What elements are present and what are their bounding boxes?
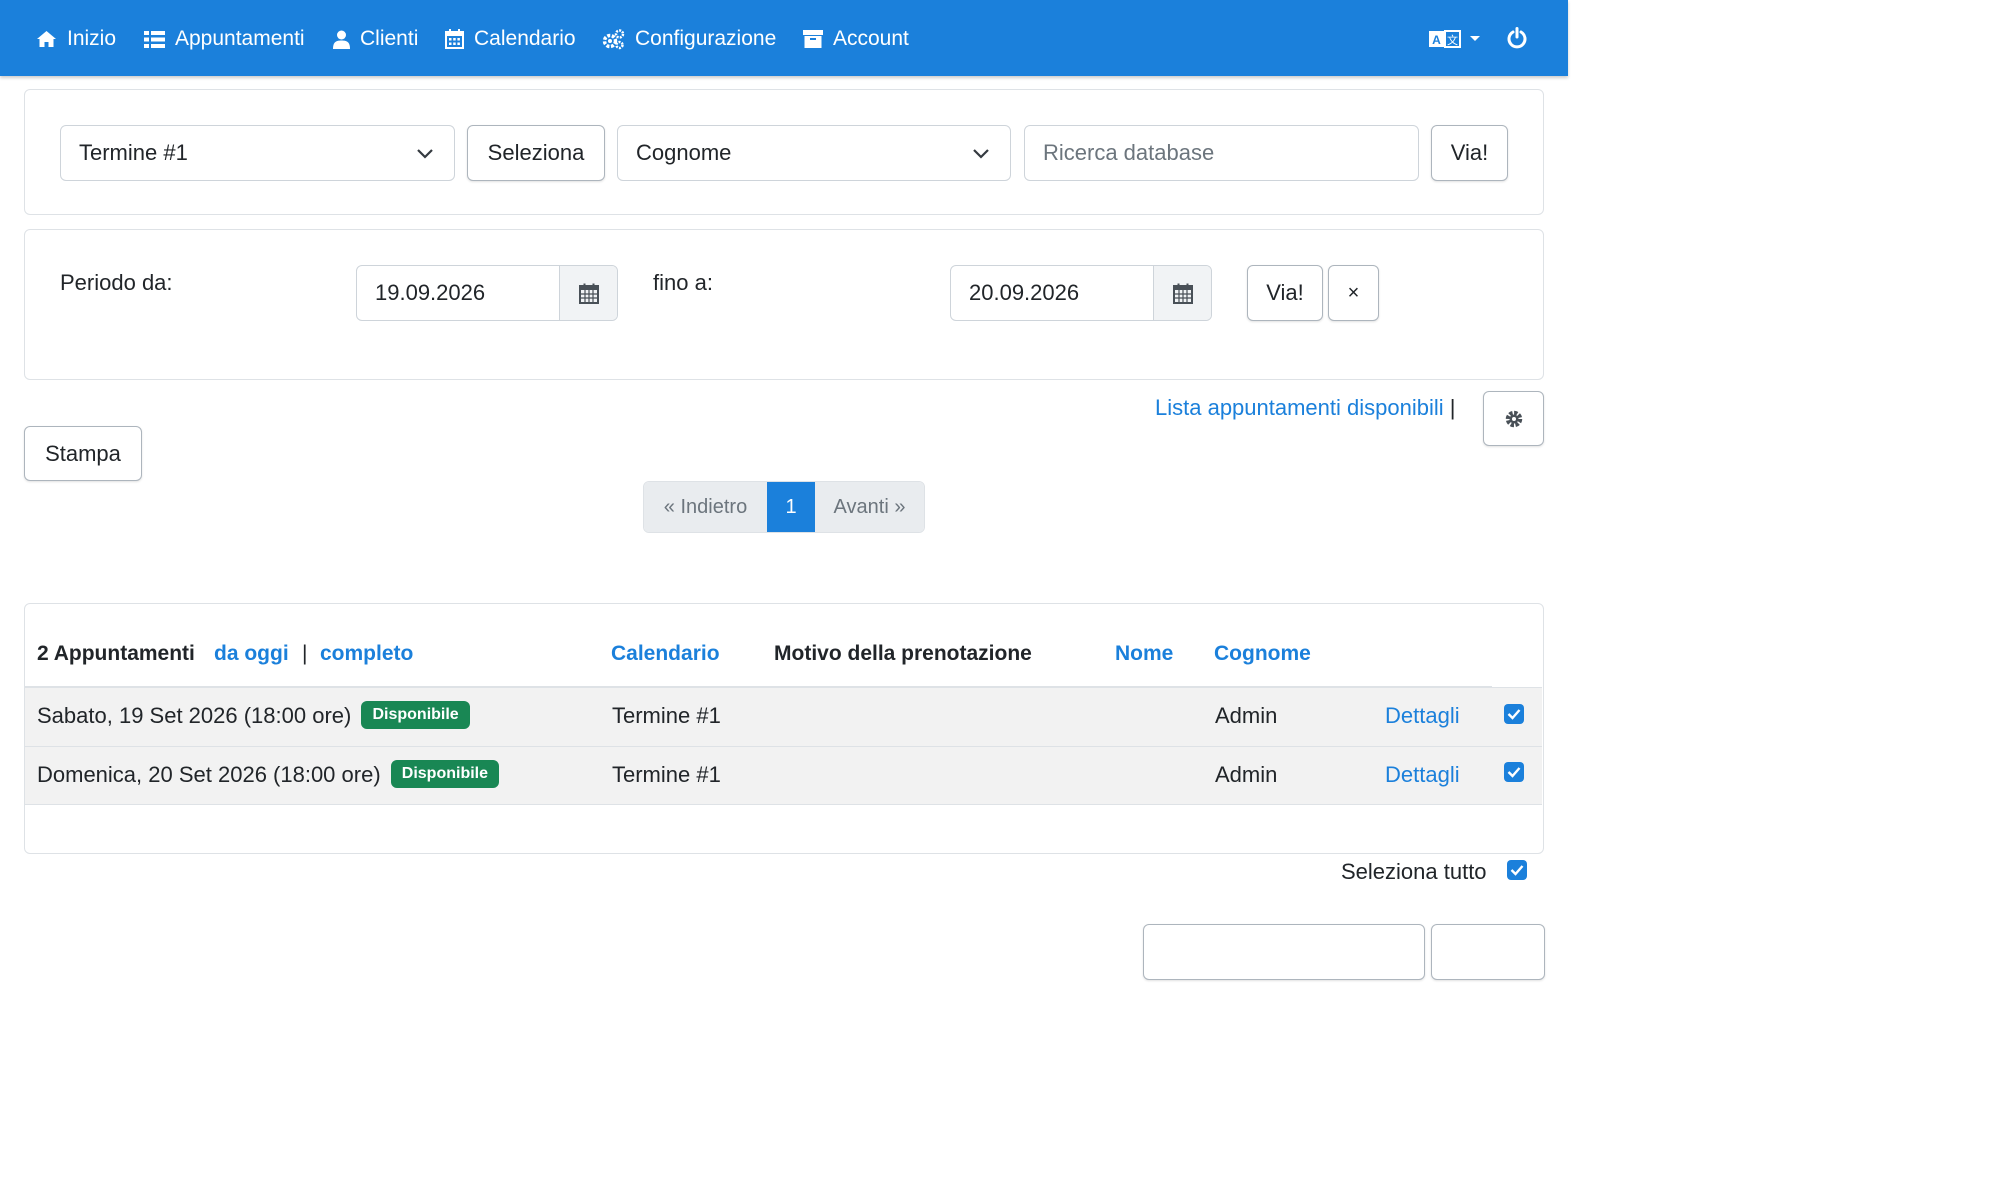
complete-link[interactable]: completo (320, 642, 413, 666)
available-list-link[interactable]: Lista appuntamenti disponibili (1155, 395, 1444, 420)
search-input[interactable]: Ricerca database (1024, 125, 1419, 181)
search-field-select[interactable]: Cognome (617, 125, 1011, 181)
bottom-action-button[interactable] (1143, 924, 1425, 980)
details-link[interactable]: Dettagli (1385, 703, 1460, 729)
separator: | (302, 642, 308, 665)
separator: | (1449, 395, 1456, 420)
nav-item-calendar[interactable]: Calendario (445, 24, 576, 54)
cogs-icon (602, 28, 625, 49)
term-select-value: Termine #1 (79, 140, 188, 165)
settings-button[interactable] (1483, 391, 1544, 446)
select-all-label: Seleziona tutto (1341, 859, 1487, 884)
status-badge: Disponibile (361, 701, 470, 730)
row-date: Sabato, 19 Set 2026 (18:00 ore) Disponib… (37, 701, 470, 731)
nav-item-label: Calendario (474, 27, 576, 50)
chevron-down-icon (417, 149, 433, 159)
gear-icon (1505, 410, 1522, 427)
row-checkbox[interactable] (1504, 704, 1524, 724)
column-header-reason: Motivo della prenotazione (774, 642, 1032, 665)
nav-item-label: Appuntamenti (175, 27, 305, 50)
nav-item-appointments[interactable]: Appuntamenti (144, 24, 305, 54)
available-list-row: Lista appuntamenti disponibili | (1155, 395, 1455, 421)
archive-icon (803, 30, 823, 48)
calendar-icon (445, 29, 464, 49)
column-header-surname[interactable]: Cognome (1214, 642, 1311, 666)
calendar-button[interactable] (1153, 266, 1211, 320)
search-field-select-value: Cognome (636, 140, 732, 165)
row-calendar: Termine #1 (612, 762, 721, 787)
period-to-field[interactable]: 20.09.2026 (950, 265, 1212, 321)
column-header-calendar[interactable]: Calendario (611, 642, 720, 666)
status-badge: Disponibile (390, 760, 500, 789)
list-icon (144, 30, 165, 48)
power-icon[interactable] (1507, 27, 1527, 49)
period-go-button[interactable]: Via! (1247, 265, 1323, 321)
row-date-text: Domenica, 20 Set 2026 (18:00 ore) (37, 762, 381, 787)
nav-item-label: Inizio (67, 27, 117, 50)
home-icon (37, 31, 56, 47)
row-date: Domenica, 20 Set 2026 (18:00 ore) Dispon… (37, 760, 500, 790)
nav-item-label: Account (833, 27, 909, 50)
checkmark-icon (1507, 767, 1521, 778)
svg-text:A: A (1432, 33, 1441, 47)
top-navbar: Inizio Appuntamenti Clienti Calendario C… (0, 0, 1568, 76)
nav-item-configuration[interactable]: Configurazione (602, 24, 776, 54)
table-row: Domenica, 20 Set 2026 (18:00 ore) Dispon… (25, 746, 1542, 805)
calendar-button[interactable] (559, 266, 617, 320)
nav-item-label: Configurazione (635, 27, 777, 50)
nav-item-clients[interactable]: Clienti (333, 24, 418, 54)
period-clear-button[interactable]: × (1328, 265, 1379, 321)
column-header-name[interactable]: Nome (1115, 642, 1173, 666)
table-row: Sabato, 19 Set 2026 (18:00 ore) Disponib… (25, 687, 1542, 746)
chevron-down-icon (973, 149, 989, 159)
pagination: « Indietro 1 Avanti » (643, 481, 925, 533)
select-button[interactable]: Seleziona (467, 125, 605, 181)
nav-item-label: Clienti (360, 27, 419, 50)
period-to-value: 20.09.2026 (969, 280, 1080, 305)
period-from-value: 19.09.2026 (375, 280, 486, 305)
appointments-count: 2 Appuntamenti (37, 642, 195, 665)
row-calendar: Termine #1 (612, 703, 721, 728)
calendar-icon (1172, 283, 1193, 304)
bottom-action-button[interactable] (1431, 924, 1545, 980)
language-dropdown[interactable]: A文 (1429, 30, 1481, 48)
row-surname: Admin (1215, 703, 1278, 728)
user-icon (333, 30, 350, 49)
language-icon: A文 (1429, 30, 1461, 48)
caret-down-icon (1470, 36, 1480, 41)
print-button[interactable]: Stampa (24, 426, 142, 481)
row-checkbox[interactable] (1504, 762, 1524, 782)
from-today-link[interactable]: da oggi (214, 642, 289, 666)
pager-prev-button[interactable]: « Indietro (644, 482, 767, 532)
search-go-button[interactable]: Via! (1431, 125, 1508, 181)
select-all-checkbox[interactable] (1507, 860, 1527, 880)
nav-item-account[interactable]: Account (803, 24, 909, 54)
row-surname: Admin (1215, 762, 1278, 787)
nav-item-home[interactable]: Inizio (36, 24, 116, 54)
details-link[interactable]: Dettagli (1385, 762, 1460, 788)
period-to-label: fino a: (653, 270, 713, 295)
period-from-field[interactable]: 19.09.2026 (356, 265, 618, 321)
checkmark-icon (1510, 865, 1524, 876)
calendar-icon (578, 283, 599, 304)
term-select[interactable]: Termine #1 (60, 125, 455, 181)
pager-next-button[interactable]: Avanti » (815, 482, 924, 532)
checkmark-icon (1507, 709, 1521, 720)
period-from-label: Periodo da: (60, 270, 173, 295)
pager-current-page[interactable]: 1 (767, 482, 815, 532)
svg-text:文: 文 (1447, 33, 1458, 47)
row-date-text: Sabato, 19 Set 2026 (18:00 ore) (37, 703, 352, 728)
